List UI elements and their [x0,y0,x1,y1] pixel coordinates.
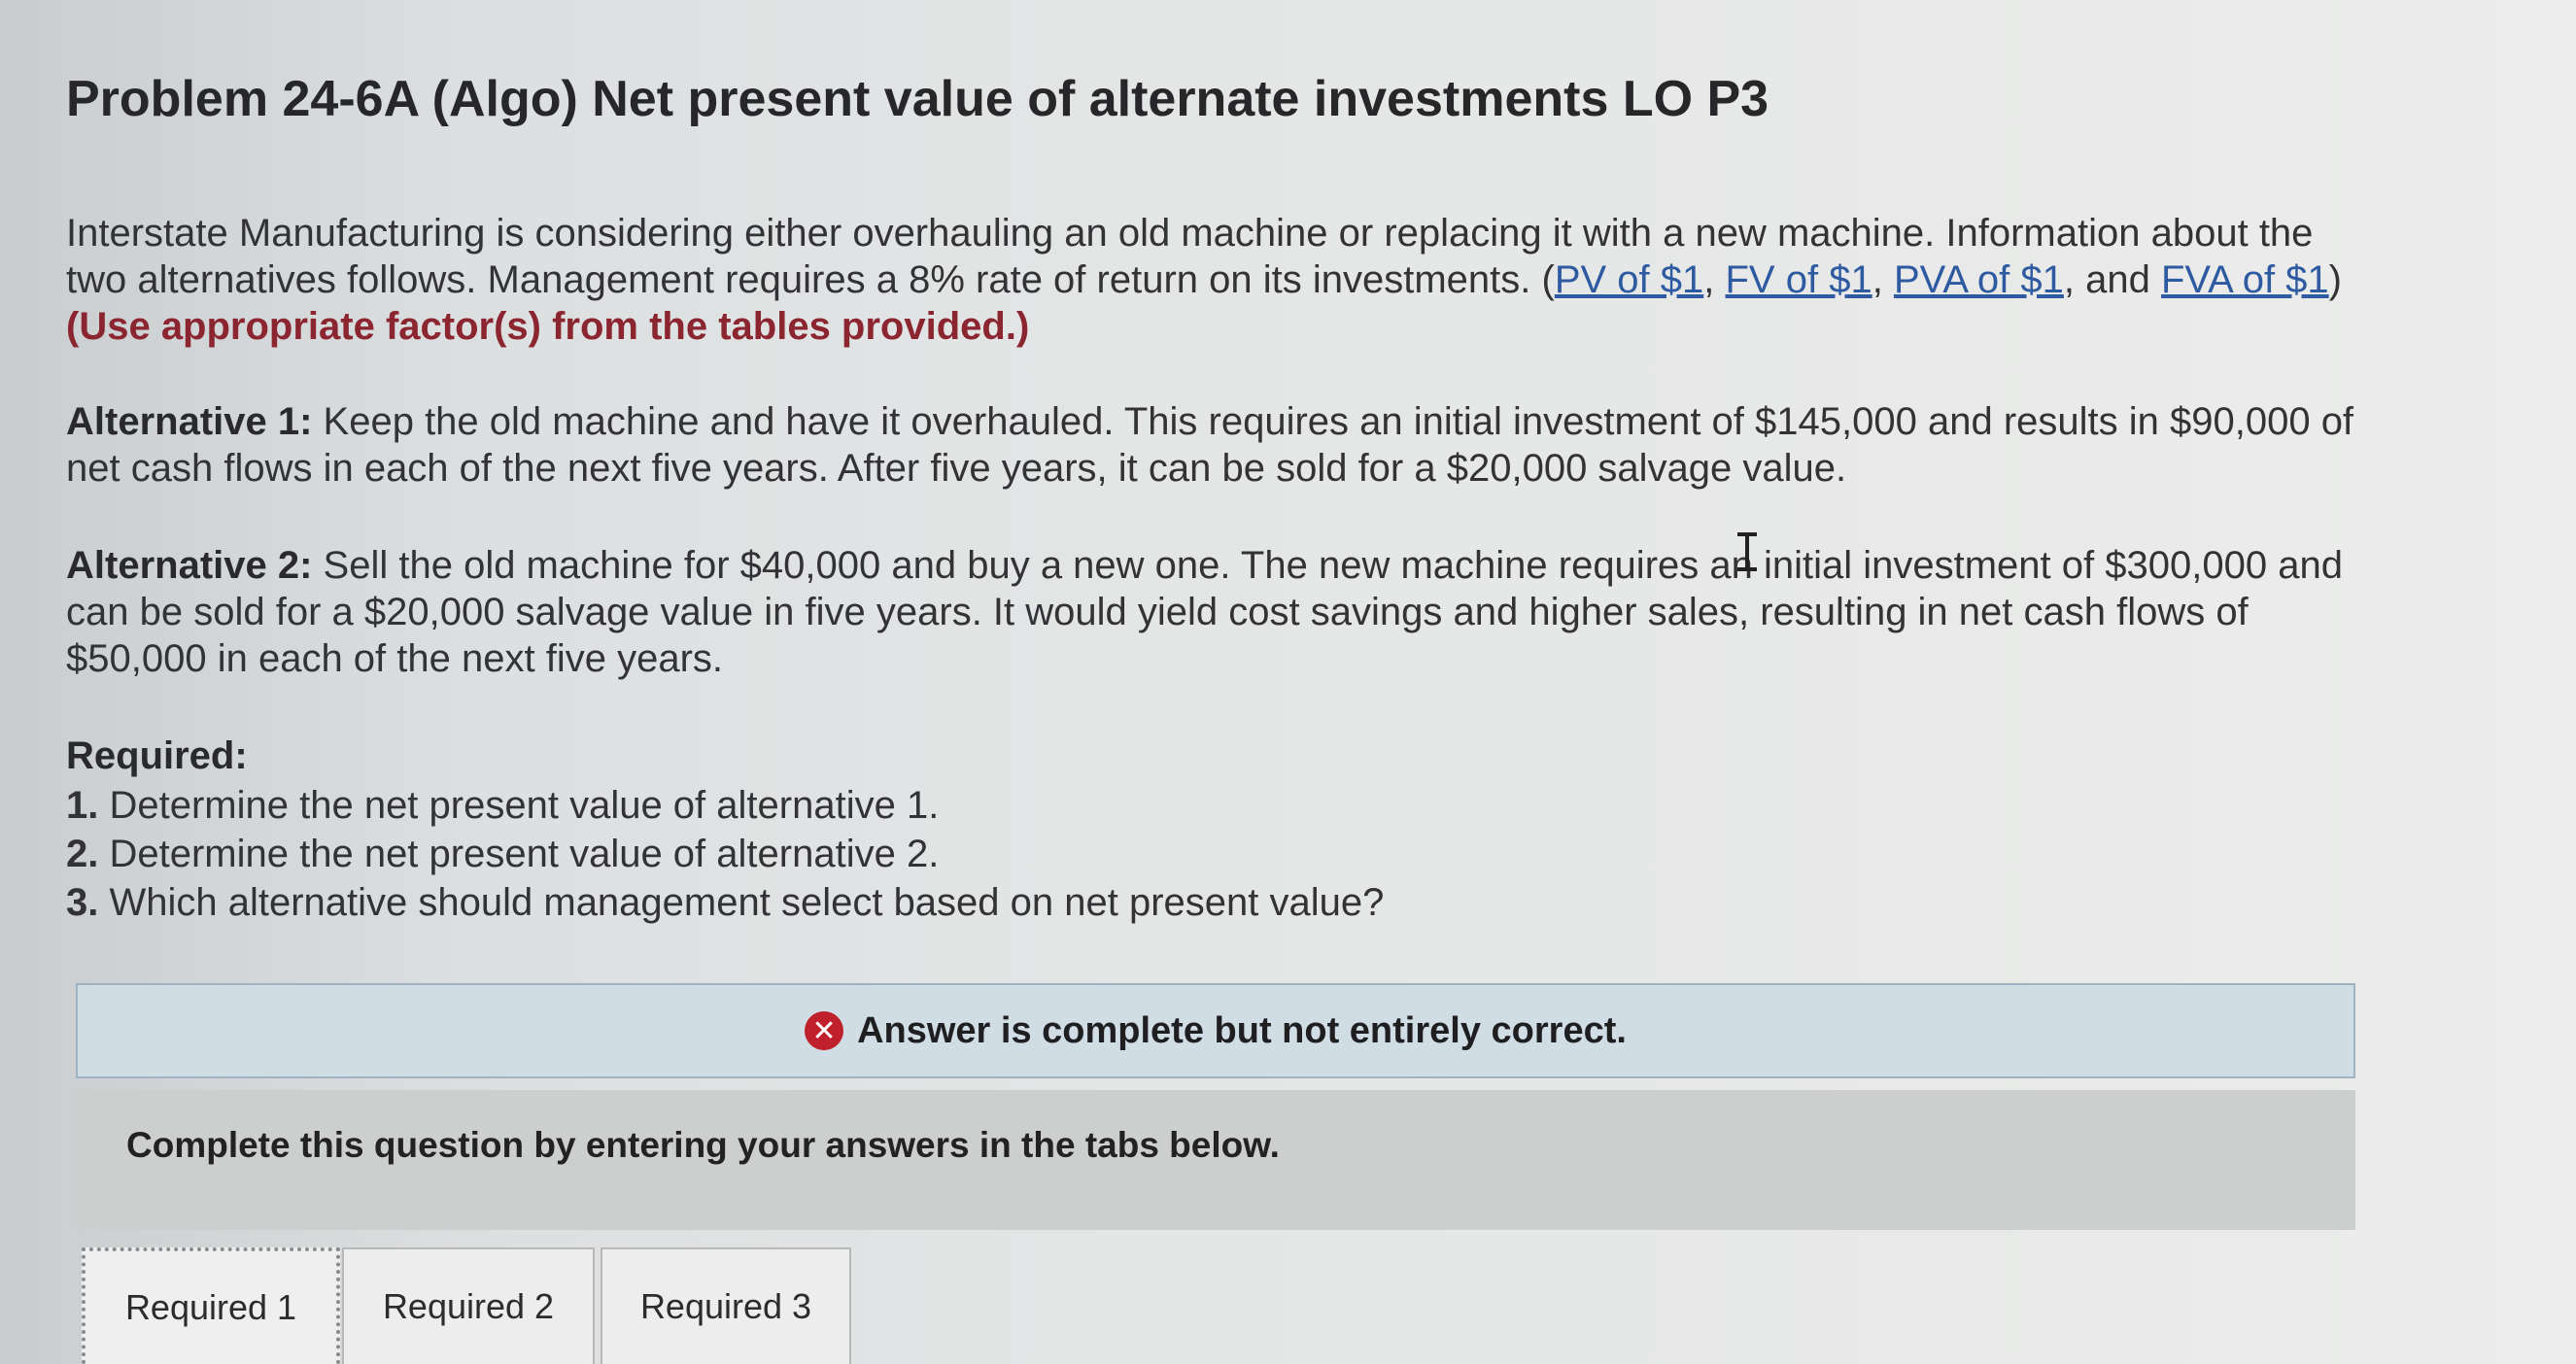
instruction-panel: Complete this question by entering your … [76,1090,2355,1230]
required-item: 2. Determine the net present value of al… [66,833,940,875]
instruction-text: Complete this question by entering your … [126,1125,1280,1165]
required-item: 1. Determine the net present value of al… [66,784,940,827]
alternative-2-label: Alternative 2: [66,544,313,587]
pv-table-link[interactable]: PV of $1 [1555,258,1703,301]
tab-required-2[interactable]: Required 2 [342,1247,595,1364]
alternative-1-label: Alternative 1: [66,400,313,443]
intro-line-2: two alternatives follows. Management req… [66,258,2342,301]
tab-required-1[interactable]: Required 1 [82,1247,340,1364]
text-cursor-icon [1737,532,1757,571]
intro-paragraph: Interstate Manufacturing is considering … [66,210,2342,350]
fva-table-link[interactable]: FVA of $1 [2161,258,2329,301]
factor-instruction: (Use appropriate factor(s) from the tabl… [66,305,1030,348]
required-list: 1. Determine the net present value of al… [66,781,1384,927]
answer-status-text: Answer is complete but not entirely corr… [857,1009,1627,1051]
intro-line-1: Interstate Manufacturing is considering … [66,212,2314,255]
fv-table-link[interactable]: FV of $1 [1726,258,1872,301]
x-circle-icon: ✕ [805,1011,844,1050]
answer-status-banner: ✕ Answer is complete but not entirely co… [76,983,2355,1078]
tab-required-3[interactable]: Required 3 [601,1247,851,1364]
required-heading: Required: [66,734,248,777]
alternative-1-paragraph: Alternative 1: Keep the old machine and … [66,400,2354,490]
problem-title: Problem 24-6A (Algo) Net present value o… [66,71,1769,127]
pva-table-link[interactable]: PVA of $1 [1894,258,2064,301]
required-item: 3. Which alternative should management s… [66,881,1385,924]
alternative-2-paragraph: Alternative 2: Sell the old machine for … [66,544,2343,680]
